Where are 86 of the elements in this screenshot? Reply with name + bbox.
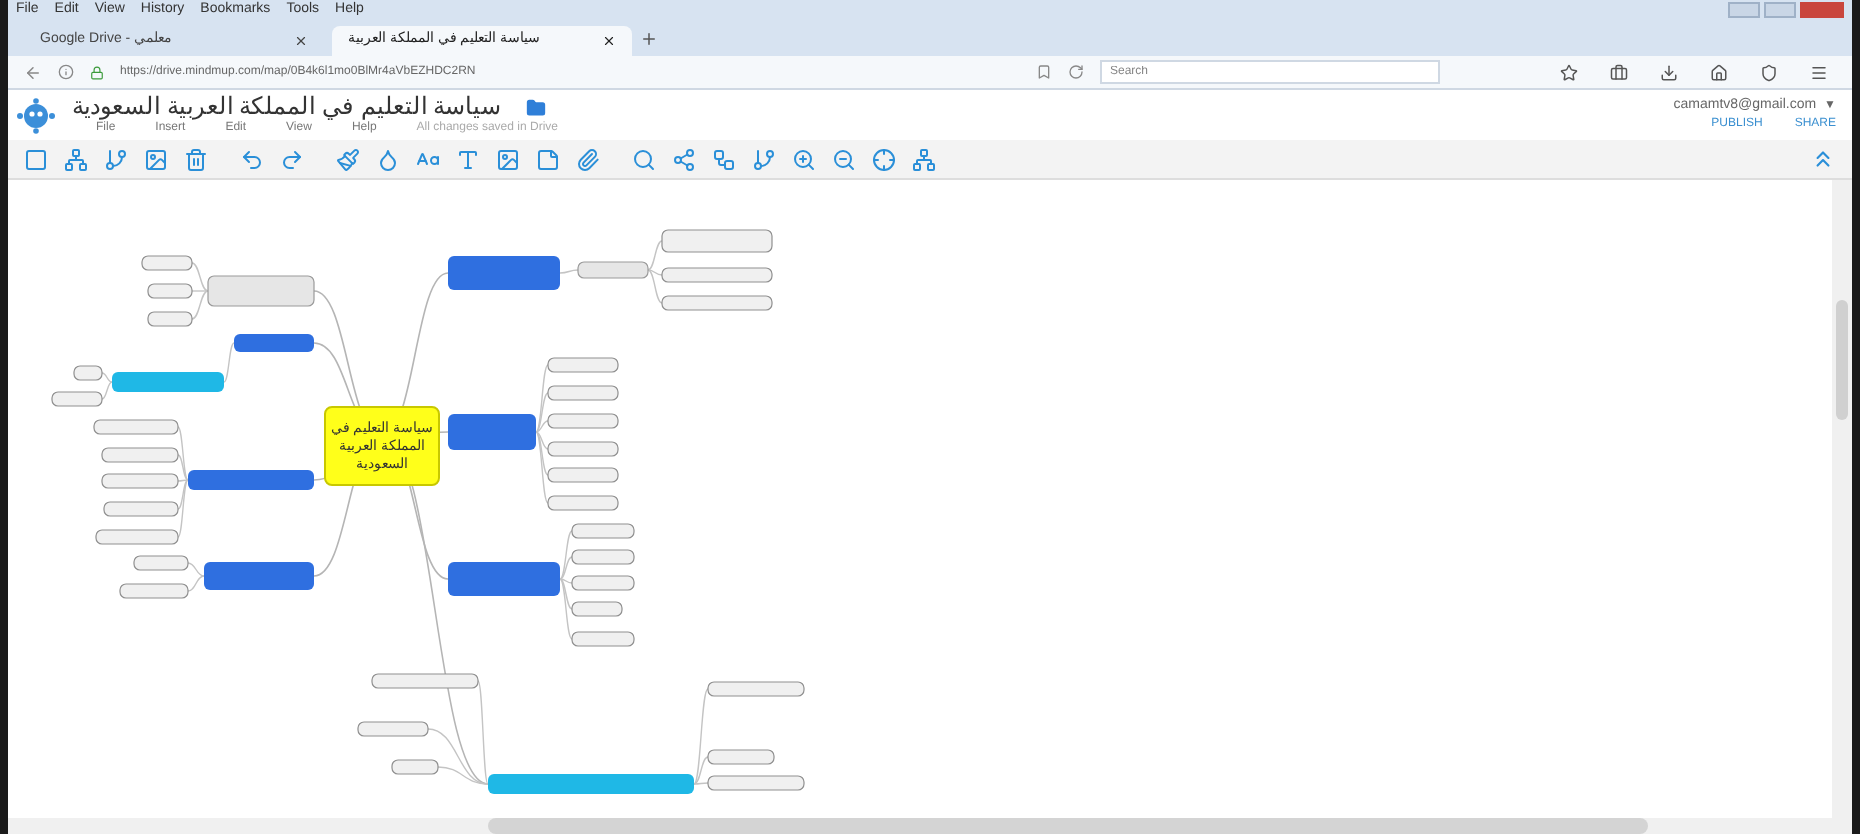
picture-icon[interactable] (496, 147, 520, 171)
note-icon[interactable] (536, 147, 560, 171)
back-icon[interactable] (24, 63, 42, 81)
mind-map-node[interactable] (707, 775, 805, 791)
font-size-icon[interactable] (416, 147, 440, 171)
node-icon[interactable] (24, 147, 48, 171)
redo-icon[interactable] (280, 147, 304, 171)
collapse-icon[interactable] (1810, 146, 1836, 172)
branch-icon[interactable] (712, 147, 736, 171)
mind-map-node[interactable] (571, 575, 635, 591)
branch-icon[interactable] (752, 147, 776, 171)
mind-map-node[interactable] (488, 774, 694, 794)
mind-map-node[interactable] (577, 261, 649, 279)
mind-map-node[interactable] (448, 256, 560, 290)
crosshair-icon[interactable] (872, 147, 896, 171)
mind-map-node[interactable] (391, 759, 439, 775)
trash-icon[interactable] (184, 147, 208, 171)
mind-map-node[interactable] (448, 562, 560, 596)
minimize-button[interactable] (1728, 2, 1760, 18)
menu-icon[interactable] (1810, 63, 1828, 81)
mind-map-node[interactable] (547, 441, 619, 457)
mind-map-node[interactable] (73, 365, 103, 381)
mind-map-node[interactable] (51, 391, 103, 407)
mind-map-node[interactable] (188, 470, 314, 490)
download-icon[interactable] (1660, 63, 1678, 81)
mind-map-node[interactable] (547, 413, 619, 429)
horizontal-scrollbar[interactable] (8, 818, 1852, 834)
mind-map-node[interactable] (571, 601, 623, 617)
mind-map-node[interactable] (101, 473, 179, 489)
lock-icon (90, 65, 104, 79)
mind-map-node[interactable] (448, 414, 536, 450)
mind-map-node[interactable] (147, 311, 193, 327)
add-child-icon[interactable] (64, 147, 88, 171)
connector (559, 269, 579, 274)
mind-map-node[interactable] (547, 385, 619, 401)
close-icon[interactable] (294, 34, 308, 48)
maximize-button[interactable] (1764, 2, 1796, 18)
undo-icon[interactable] (240, 147, 264, 171)
paperclip-icon[interactable] (576, 147, 600, 171)
image-icon[interactable] (144, 147, 168, 171)
map-title[interactable]: سياسة التعليم في المملكة العربية السعودية (72, 94, 502, 120)
mind-map-node[interactable] (112, 372, 224, 392)
connector (223, 342, 235, 383)
star-icon[interactable] (1560, 63, 1578, 81)
mind-map-node[interactable] (371, 673, 479, 689)
mind-map-node[interactable] (95, 529, 179, 545)
mind-map-node[interactable] (204, 562, 314, 590)
briefcase-icon[interactable] (1610, 63, 1628, 81)
close-icon[interactable] (602, 34, 616, 48)
mind-map-node[interactable] (547, 357, 619, 373)
mind-map-node[interactable] (103, 501, 179, 517)
reload-icon[interactable] (1068, 64, 1084, 80)
mind-map-node[interactable] (571, 523, 635, 539)
text-icon[interactable] (456, 147, 480, 171)
zoom-in-icon[interactable] (792, 147, 816, 171)
mind-map-node[interactable] (234, 334, 314, 352)
shield-icon[interactable] (1760, 63, 1778, 81)
mind-map-node[interactable] (133, 555, 189, 571)
mind-map-node[interactable] (101, 447, 179, 463)
mind-map-node[interactable] (661, 295, 773, 311)
mind-map-node[interactable] (661, 229, 773, 253)
folder-icon[interactable] (525, 97, 546, 117)
mind-map-node[interactable] (119, 583, 189, 599)
search-icon[interactable] (632, 147, 656, 171)
mind-map-node[interactable] (141, 255, 193, 271)
vertical-scrollbar[interactable] (1832, 180, 1852, 818)
droplet-icon[interactable] (376, 147, 400, 171)
mind-map-node[interactable] (357, 721, 429, 737)
zoom-out-icon[interactable] (832, 147, 856, 171)
mind-map-node[interactable] (571, 631, 635, 647)
mind-map-node[interactable] (661, 267, 773, 283)
mind-map-node[interactable] (547, 467, 619, 483)
mind-map-node[interactable] (547, 495, 619, 511)
mind-map-node[interactable] (93, 419, 179, 435)
new-tab-icon[interactable] (640, 30, 658, 48)
mind-map-node[interactable] (207, 275, 315, 307)
info-icon (58, 64, 74, 80)
branch-icon[interactable] (672, 147, 696, 171)
mind-map-node[interactable] (707, 749, 775, 765)
home-icon[interactable] (1710, 63, 1728, 81)
brush-icon[interactable] (336, 147, 360, 171)
mind-map-node[interactable] (707, 681, 805, 697)
mind-map-node[interactable] (147, 283, 193, 299)
mind-map-node[interactable] (571, 549, 635, 565)
network-icon[interactable] (912, 147, 936, 171)
robot-logo-icon (16, 97, 56, 133)
